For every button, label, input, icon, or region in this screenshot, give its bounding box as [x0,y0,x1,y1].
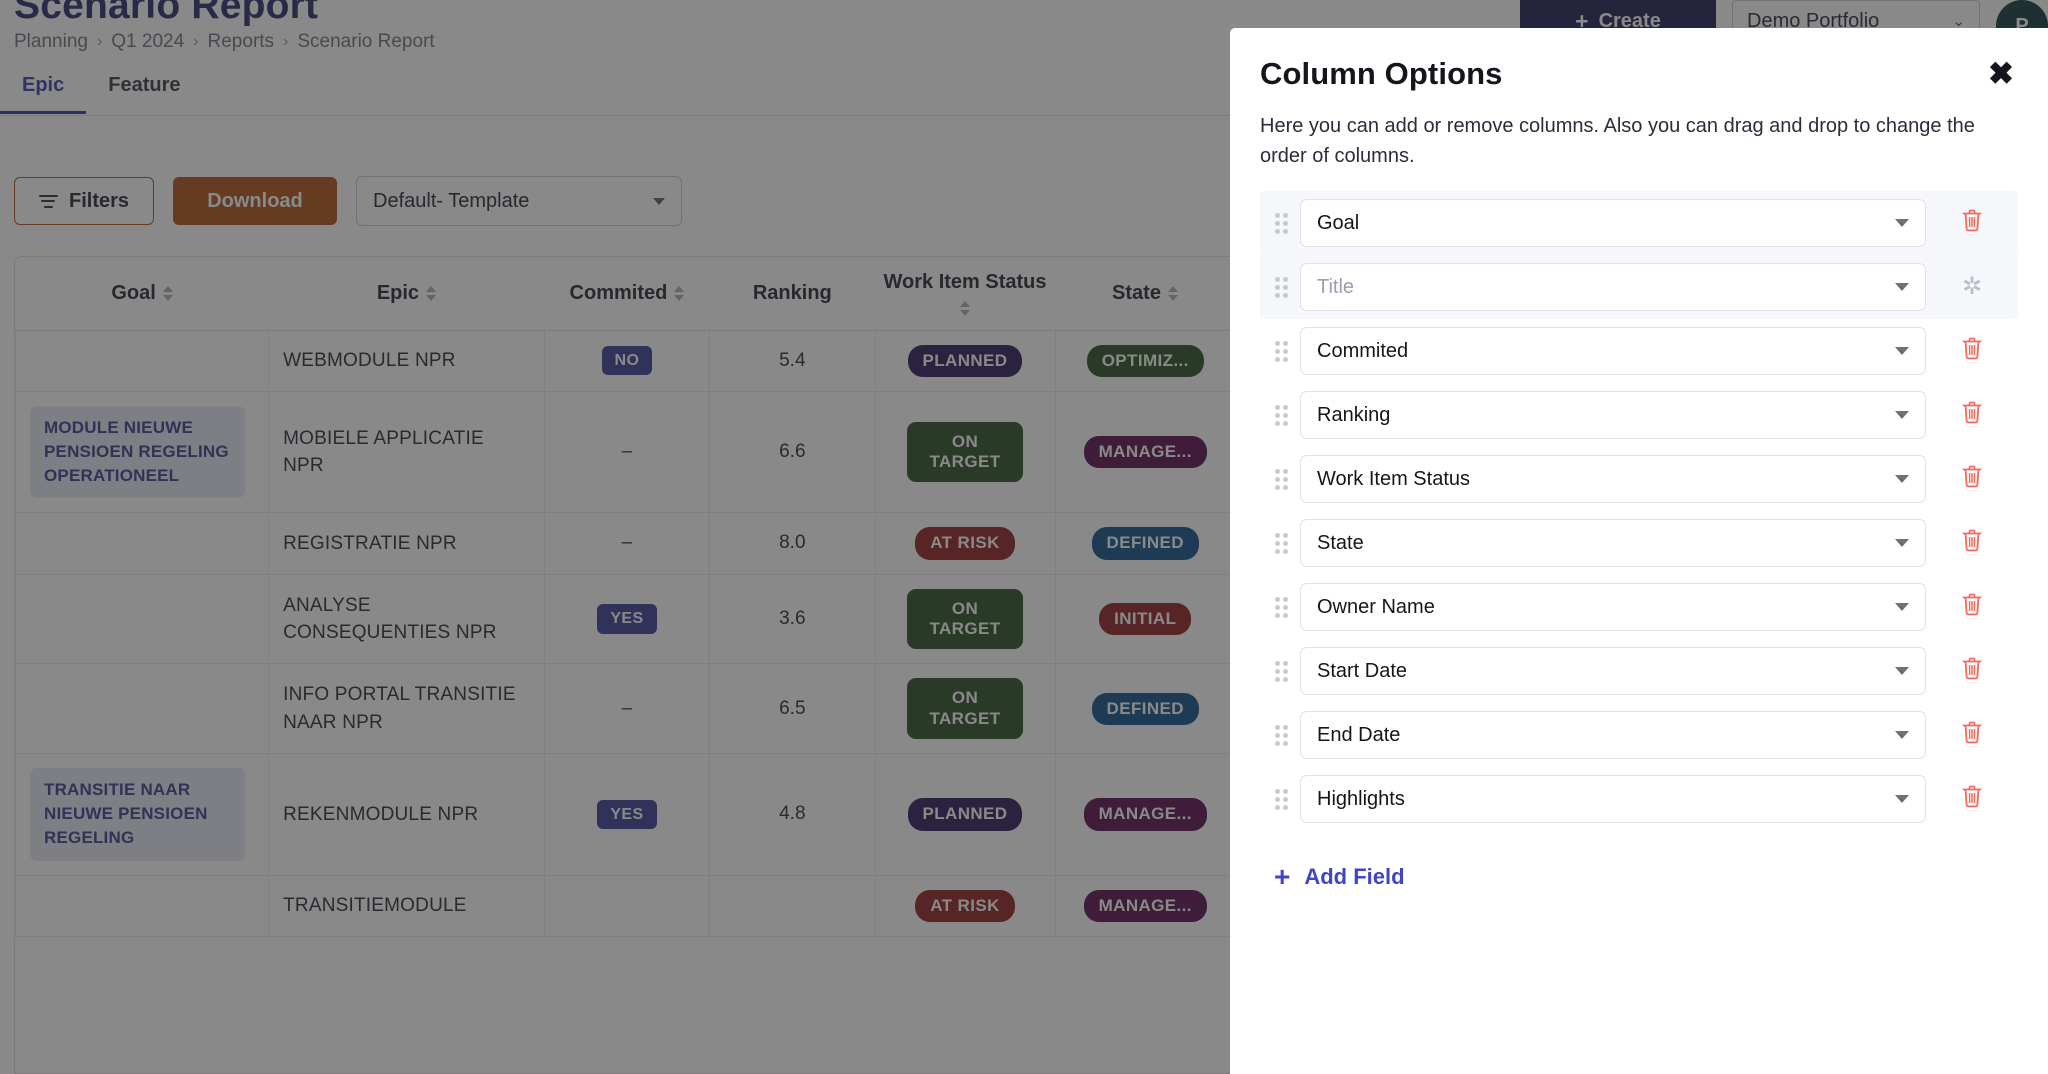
column-field-action [1930,208,2014,238]
column-field-list: Goal Title ✲ Commited Ranking Work Item Statu… [1260,191,2018,831]
chevron-down-icon [1895,347,1909,355]
drag-handle-icon[interactable] [1268,789,1294,810]
column-field-select[interactable]: State [1300,519,1926,567]
add-field-button[interactable]: + Add Field [1274,863,1405,891]
column-field-row: Title ✲ [1260,255,2018,319]
column-field-row: End Date [1260,703,2018,767]
delete-icon[interactable] [1961,400,1983,430]
column-field-action [1930,784,2014,814]
column-field-row: Work Item Status [1260,447,2018,511]
chevron-down-icon [1895,539,1909,547]
delete-icon[interactable] [1961,656,1983,686]
column-field-select[interactable]: End Date [1300,711,1926,759]
chevron-down-icon [1895,219,1909,227]
column-field-action [1930,400,2014,430]
column-options-header: Column Options ✖ [1260,28,2018,92]
column-field-row: Highlights [1260,767,2018,831]
column-field-label: Ranking [1317,404,1390,427]
column-field-label: Start Date [1317,660,1407,683]
column-options-title: Column Options [1260,56,1502,92]
drag-handle-icon[interactable] [1268,533,1294,554]
column-field-label: Work Item Status [1317,468,1470,491]
plus-icon: + [1274,863,1290,891]
chevron-down-icon [1895,411,1909,419]
delete-icon[interactable] [1961,784,1983,814]
delete-icon[interactable] [1961,720,1983,750]
delete-icon[interactable] [1961,592,1983,622]
delete-icon[interactable] [1961,528,1983,558]
column-field-row: Owner Name [1260,575,2018,639]
drag-handle-icon[interactable] [1268,661,1294,682]
column-field-select[interactable]: Ranking [1300,391,1926,439]
column-options-description: Here you can add or remove columns. Also… [1260,111,2000,171]
column-field-label: Goal [1317,212,1359,235]
add-field-label: Add Field [1304,864,1404,890]
column-field-label: State [1317,532,1364,555]
chevron-down-icon [1895,475,1909,483]
column-field-action [1930,720,2014,750]
column-field-select[interactable]: Title [1300,263,1926,311]
column-field-action [1930,336,2014,366]
chevron-down-icon [1895,603,1909,611]
drag-handle-icon[interactable] [1268,597,1294,618]
column-field-label: Highlights [1317,788,1405,811]
chevron-down-icon [1895,731,1909,739]
column-field-label: End Date [1317,724,1400,747]
column-field-label: Owner Name [1317,596,1435,619]
column-field-action [1930,464,2014,494]
column-field-action [1930,656,2014,686]
column-field-select[interactable]: Work Item Status [1300,455,1926,503]
delete-icon[interactable] [1961,336,1983,366]
required-asterisk-icon: ✲ [1962,275,1982,299]
chevron-down-icon [1895,795,1909,803]
column-field-select[interactable]: Commited [1300,327,1926,375]
drag-handle-icon[interactable] [1268,405,1294,426]
column-field-label: Title [1317,276,1354,299]
column-field-select[interactable]: Start Date [1300,647,1926,695]
column-field-action [1930,592,2014,622]
app-root: + Create Demo Portfolio ⌄ P Scenario Rep… [0,0,2048,1074]
close-icon[interactable]: ✖ [1984,56,2018,91]
column-field-row: Start Date [1260,639,2018,703]
column-field-row: State [1260,511,2018,575]
drag-handle-icon[interactable] [1268,277,1294,298]
drag-handle-icon[interactable] [1268,469,1294,490]
drag-handle-icon[interactable] [1268,213,1294,234]
column-field-action [1930,528,2014,558]
column-field-select[interactable]: Goal [1300,199,1926,247]
column-field-row: Goal [1260,191,2018,255]
column-field-label: Commited [1317,340,1408,363]
delete-icon[interactable] [1961,208,1983,238]
column-options-panel: Column Options ✖ Here you can add or rem… [1230,28,2048,1074]
column-field-select[interactable]: Owner Name [1300,583,1926,631]
column-field-row: Ranking [1260,383,2018,447]
chevron-down-icon [1895,283,1909,291]
column-field-select[interactable]: Highlights [1300,775,1926,823]
column-field-row: Commited [1260,319,2018,383]
drag-handle-icon[interactable] [1268,725,1294,746]
delete-icon[interactable] [1961,464,1983,494]
chevron-down-icon [1895,667,1909,675]
drag-handle-icon[interactable] [1268,341,1294,362]
column-field-action: ✲ [1930,275,2014,299]
